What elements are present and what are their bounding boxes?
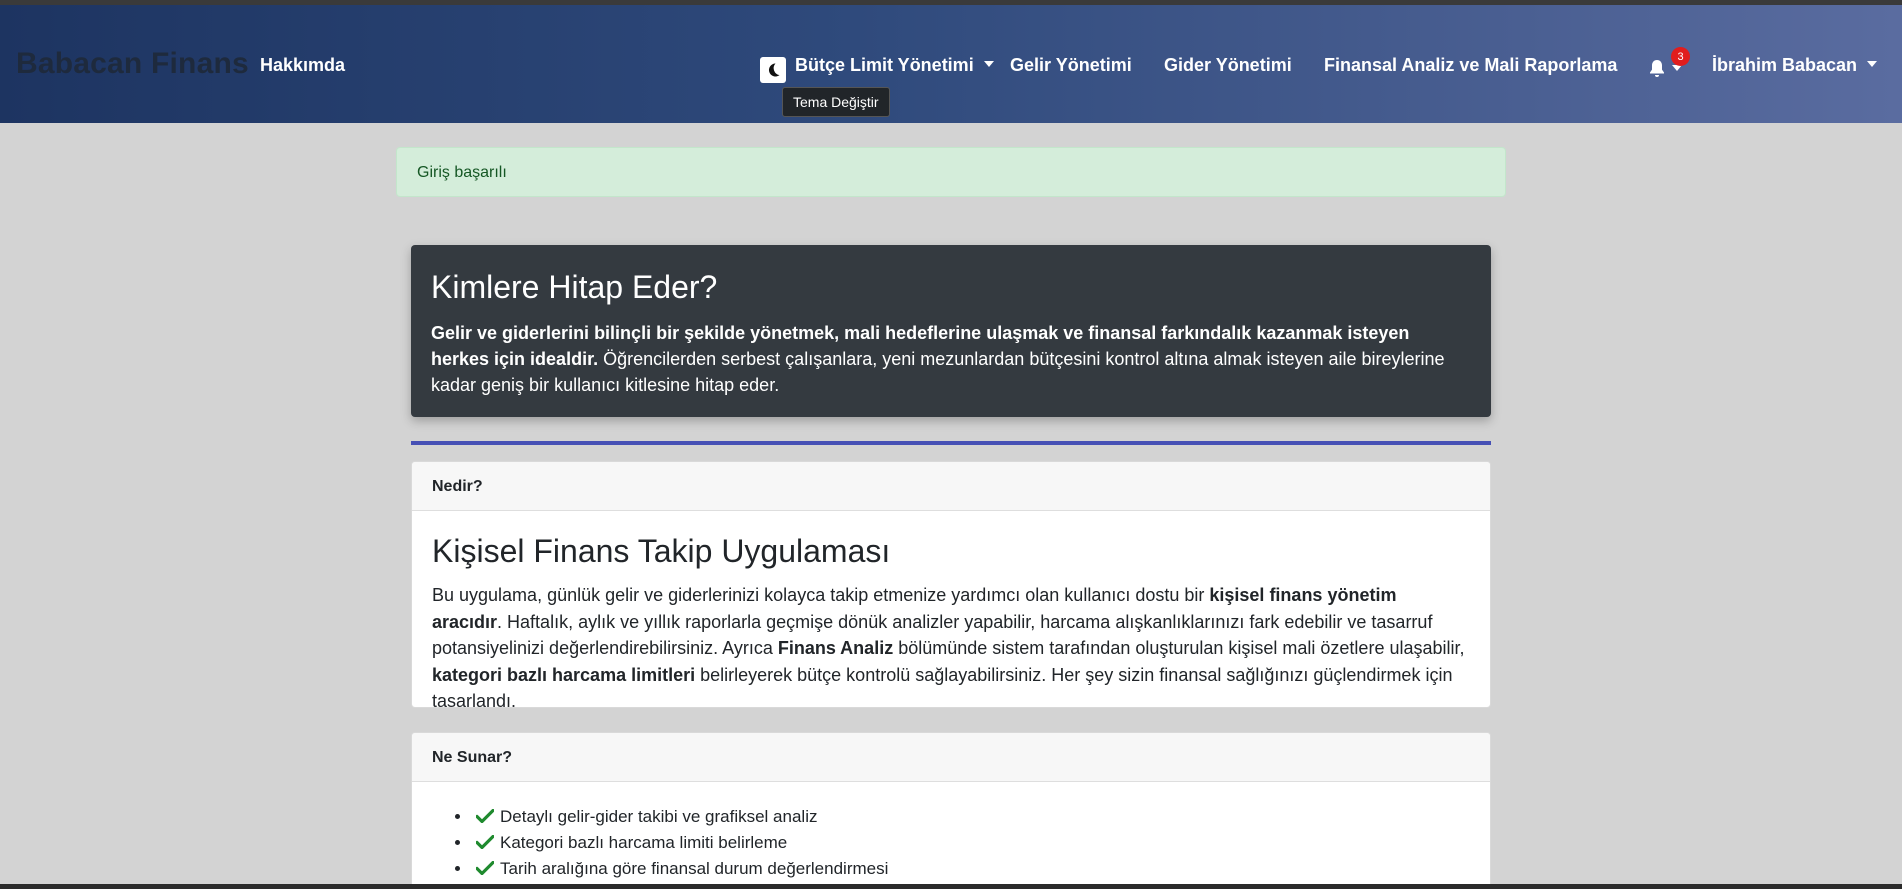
chevron-down-icon: [1867, 61, 1878, 68]
what-text-1: Bu uygulama, günlük gelir ve giderlerini…: [432, 585, 1210, 605]
offers-list: Detaylı gelir-gider takibi ve grafiksel …: [432, 804, 1470, 882]
offers-card: Ne Sunar? Detaylı gelir-gider takibi ve …: [411, 732, 1491, 889]
what-card-header: Nedir?: [412, 462, 1490, 511]
what-text-3: bölümünde sistem tarafından oluşturulan …: [893, 638, 1465, 658]
section-divider: [411, 441, 1491, 445]
theme-toggle-button[interactable]: [760, 57, 786, 83]
nav-analysis[interactable]: Finansal Analiz ve Mali Raporlama: [1324, 55, 1617, 76]
audience-title: Kimlere Hitap Eder?: [431, 269, 718, 305]
what-title: Kişisel Finans Takip Uygulaması: [432, 533, 891, 569]
bell-icon: [1650, 60, 1664, 77]
list-item-text: Tarih aralığına göre finansal durum değe…: [500, 859, 889, 878]
check-icon: [476, 808, 494, 823]
navbar: Babacan Finans Hakkımda Tema Değiştir Bü…: [0, 5, 1902, 123]
what-bold-2: Finans Analiz: [777, 638, 894, 658]
user-name: İbrahim Babacan: [1712, 55, 1858, 75]
check-icon: [476, 834, 494, 849]
check-icon: [476, 860, 494, 875]
list-item: Tarih aralığına göre finansal durum değe…: [472, 856, 1470, 882]
list-item: Kategori bazlı harcama limiti belirleme: [472, 830, 1470, 856]
moon-icon: [768, 63, 780, 77]
list-item-text: Kategori bazlı harcama limiti belirleme: [500, 833, 788, 852]
what-bold-3: kategori bazlı harcama limitleri: [432, 664, 696, 685]
offers-card-header: Ne Sunar?: [412, 733, 1490, 782]
user-menu-dropdown[interactable]: İbrahim Babacan: [1712, 55, 1878, 76]
list-item-text: Detaylı gelir-gider takibi ve grafiksel …: [500, 807, 818, 826]
nav-expense[interactable]: Gider Yönetimi: [1164, 55, 1292, 76]
what-card: Nedir? Kişisel Finans Takip Uygulaması B…: [411, 461, 1491, 708]
nav-budget-label: Bütçe Limit Yönetimi: [795, 55, 974, 75]
list-item: Detaylı gelir-gider takibi ve grafiksel …: [472, 804, 1470, 830]
nav-income[interactable]: Gelir Yönetimi: [1010, 55, 1132, 76]
audience-card: Kimlere Hitap Eder? Gelir ve giderlerini…: [411, 245, 1491, 417]
notifications-dropdown[interactable]: [1648, 59, 1682, 84]
theme-tooltip: Tema Değiştir: [782, 87, 890, 117]
what-description: Bu uygulama, günlük gelir ve giderlerini…: [432, 582, 1470, 707]
success-alert: Giriş başarılı: [396, 147, 1506, 197]
brand-logo[interactable]: Babacan Finans: [16, 47, 249, 81]
nav-about[interactable]: Hakkımda: [260, 55, 345, 76]
nav-budget-dropdown[interactable]: Bütçe Limit Yönetimi: [795, 55, 994, 76]
taskbar-edge: [0, 884, 1902, 889]
chevron-down-icon: [983, 61, 994, 68]
audience-text: Gelir ve giderlerini bilinçli bir şekild…: [431, 320, 1471, 398]
notification-badge: 3: [1671, 47, 1690, 66]
